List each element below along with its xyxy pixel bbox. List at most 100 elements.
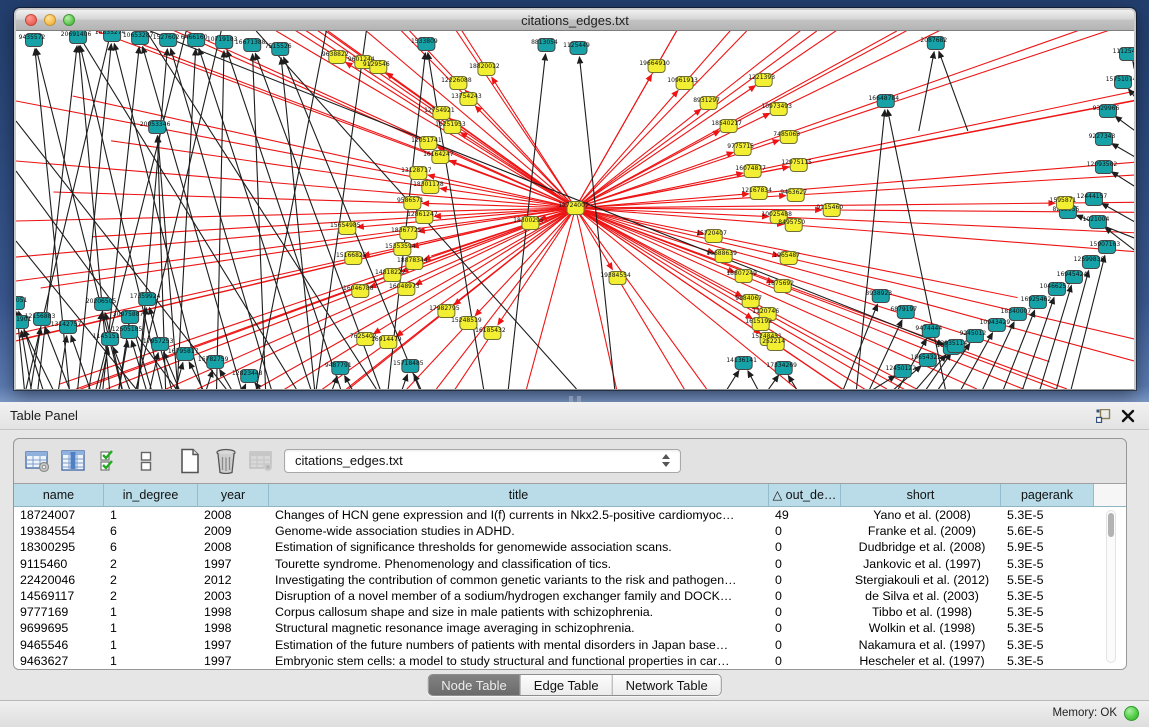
- table-cell[interactable]: Estimation of the future numbers of pati…: [269, 637, 769, 653]
- table-cell[interactable]: 1997: [198, 637, 269, 653]
- column-header-in_degree[interactable]: in_degree: [104, 484, 198, 506]
- table-row[interactable]: 977716911998Corpus callosum shape and si…: [14, 604, 1126, 620]
- table-cell[interactable]: Disruption of a novel member of a sodium…: [269, 588, 769, 604]
- table-row[interactable]: 911546021997Tourette syndrome. Phenomeno…: [14, 556, 1126, 572]
- table-cell[interactable]: 9465546: [14, 637, 104, 653]
- new-document-icon[interactable]: [176, 448, 203, 475]
- table-cell[interactable]: 2: [104, 572, 198, 588]
- scrollbar-thumb[interactable]: [1108, 513, 1114, 537]
- table-cell[interactable]: 49: [769, 507, 841, 523]
- column-header-title[interactable]: title: [269, 484, 769, 506]
- table-cell[interactable]: Dudbridge et al. (2008): [841, 539, 1001, 555]
- table-cell[interactable]: Jankovic et al. (1997): [841, 556, 1001, 572]
- table-source-dropdown[interactable]: citations_edges.txt: [284, 449, 681, 473]
- table-cell[interactable]: 5.3E-5: [1001, 620, 1094, 636]
- select-columns-icon[interactable]: [60, 448, 87, 475]
- table-cell[interactable]: 5.3E-5: [1001, 653, 1094, 669]
- table-row[interactable]: 1872400712008Changes of HCN gene express…: [14, 507, 1126, 523]
- table-cell[interactable]: 1998: [198, 604, 269, 620]
- column-header-name[interactable]: name: [14, 484, 104, 506]
- network-window-titlebar[interactable]: citations_edges.txt: [16, 10, 1134, 31]
- network-window[interactable]: citations_edges.txt 94355722069140618835…: [14, 8, 1136, 390]
- table-cell[interactable]: Investigating the contribution of common…: [269, 572, 769, 588]
- table-cell[interactable]: 5.3E-5: [1001, 637, 1094, 653]
- close-icon[interactable]: [1121, 409, 1135, 423]
- table-cell[interactable]: 0: [769, 556, 841, 572]
- table-cell[interactable]: Corpus callosum shape and size in male p…: [269, 604, 769, 620]
- table-cell[interactable]: 22420046: [14, 572, 104, 588]
- table-cell[interactable]: Tibbo et al. (1998): [841, 604, 1001, 620]
- table-cell[interactable]: 2003: [198, 588, 269, 604]
- table-cell[interactable]: 0: [769, 523, 841, 539]
- table-cell[interactable]: de Silva et al. (2003): [841, 588, 1001, 604]
- table-cell[interactable]: 9699695: [14, 620, 104, 636]
- table-cell[interactable]: 5.5E-5: [1001, 572, 1094, 588]
- table-cell[interactable]: 0: [769, 604, 841, 620]
- network-graph[interactable]: 9435572206914061883527410653287152760264…: [16, 31, 1134, 389]
- table-row[interactable]: 1938455462009Genome-wide association stu…: [14, 523, 1126, 539]
- table-cell[interactable]: 6: [104, 539, 198, 555]
- table-cell[interactable]: 1: [104, 637, 198, 653]
- table-cell[interactable]: 2012: [198, 572, 269, 588]
- table-cell[interactable]: Wolkin et al. (1998): [841, 620, 1001, 636]
- network-canvas[interactable]: 9435572206914061883527410653287152760264…: [16, 31, 1134, 389]
- table-cell[interactable]: Embryonic stem cells: a model to study s…: [269, 653, 769, 669]
- table-cell[interactable]: 2008: [198, 539, 269, 555]
- table-cell[interactable]: Yano et al. (2008): [841, 507, 1001, 523]
- table-cell[interactable]: 9777169: [14, 604, 104, 620]
- table-cell[interactable]: Genome-wide association studies in ADHD.: [269, 523, 769, 539]
- delete-icon[interactable]: [212, 448, 239, 475]
- table-cell[interactable]: 5.6E-5: [1001, 523, 1094, 539]
- table-cell[interactable]: 5.3E-5: [1001, 507, 1094, 523]
- float-window-icon[interactable]: [1096, 409, 1111, 423]
- table-cell[interactable]: 9463627: [14, 653, 104, 669]
- vertical-scrollbar[interactable]: [1106, 510, 1116, 663]
- table-cell[interactable]: 0: [769, 620, 841, 636]
- toggle-rows-icon[interactable]: [132, 448, 159, 475]
- column-header-year[interactable]: year: [198, 484, 269, 506]
- table-cell[interactable]: 9115460: [14, 556, 104, 572]
- table-cell[interactable]: 2: [104, 556, 198, 572]
- table-cell[interactable]: Nakamura et al. (1997): [841, 637, 1001, 653]
- table-cell[interactable]: 0: [769, 539, 841, 555]
- table-row[interactable]: 969969511998Structural magnetic resonanc…: [14, 620, 1126, 636]
- table-row[interactable]: 2242004622012Investigating the contribut…: [14, 572, 1126, 588]
- table-row[interactable]: 1456911722003Disruption of a novel membe…: [14, 588, 1126, 604]
- table-cell[interactable]: Stergiakouli et al. (2012): [841, 572, 1001, 588]
- validate-columns-icon[interactable]: [96, 448, 123, 475]
- table-cell[interactable]: 1998: [198, 620, 269, 636]
- table-cell[interactable]: Estimation of significance thresholds fo…: [269, 539, 769, 555]
- table-settings-icon[interactable]: [24, 448, 51, 475]
- table-cell[interactable]: Hescheler et al. (1997): [841, 653, 1001, 669]
- table-cell[interactable]: 5.3E-5: [1001, 604, 1094, 620]
- memory-status-icon[interactable]: [1124, 706, 1139, 721]
- table-cell[interactable]: 0: [769, 588, 841, 604]
- table-cell[interactable]: Structural magnetic resonance image aver…: [269, 620, 769, 636]
- table-cell[interactable]: 18300295: [14, 539, 104, 555]
- table-cell[interactable]: 1: [104, 653, 198, 669]
- column-header-short[interactable]: short: [841, 484, 1001, 506]
- table-cell[interactable]: 5.3E-5: [1001, 588, 1094, 604]
- table-cell[interactable]: 2: [104, 588, 198, 604]
- table-cell[interactable]: 5.3E-5: [1001, 556, 1094, 572]
- tab-edge-table[interactable]: Edge Table: [521, 675, 613, 695]
- table-cell[interactable]: Tourette syndrome. Phenomenology and cla…: [269, 556, 769, 572]
- table-cell[interactable]: 5.9E-5: [1001, 539, 1094, 555]
- table-cell[interactable]: 1: [104, 507, 198, 523]
- tab-node-table[interactable]: Node Table: [428, 675, 521, 695]
- column-header-pagerank[interactable]: pagerank: [1001, 484, 1094, 506]
- tab-network-table[interactable]: Network Table: [613, 675, 721, 695]
- table-cell[interactable]: 1: [104, 604, 198, 620]
- table-row[interactable]: 946554611997Estimation of the future num…: [14, 637, 1126, 653]
- table-cell[interactable]: 1: [104, 620, 198, 636]
- table-cell[interactable]: 2009: [198, 523, 269, 539]
- column-header-out_degree[interactable]: △ out_de…: [769, 484, 841, 506]
- table-cell[interactable]: 0: [769, 637, 841, 653]
- table-cell[interactable]: 14569117: [14, 588, 104, 604]
- table-cell[interactable]: 19384554: [14, 523, 104, 539]
- table-cell[interactable]: 1997: [198, 653, 269, 669]
- table-cell[interactable]: 18724007: [14, 507, 104, 523]
- table-cell[interactable]: 2008: [198, 507, 269, 523]
- table-cell[interactable]: Changes of HCN gene expression and I(f) …: [269, 507, 769, 523]
- table-cell[interactable]: Franke et al. (2009): [841, 523, 1001, 539]
